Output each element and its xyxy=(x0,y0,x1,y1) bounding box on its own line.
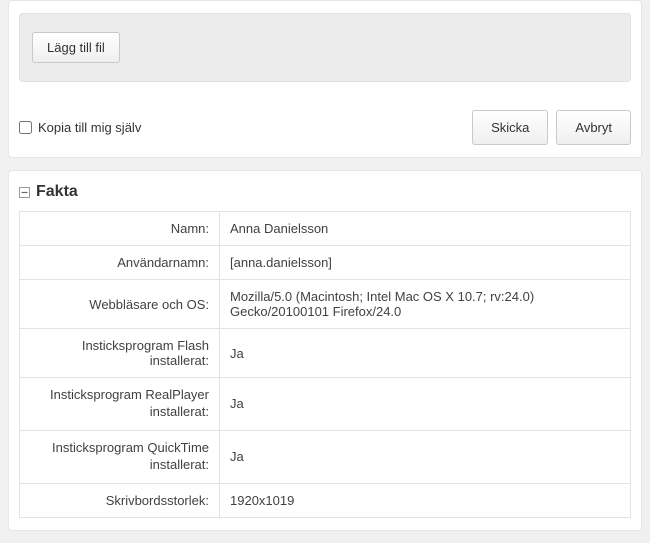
fact-value: Ja xyxy=(220,329,631,378)
copy-to-self-label: Kopia till mig själv xyxy=(38,120,141,135)
fact-value: Ja xyxy=(220,430,631,483)
send-button[interactable]: Skicka xyxy=(472,110,548,145)
fact-value: Anna Danielsson xyxy=(220,212,631,246)
fact-label: Insticksprogram Flash installerat: xyxy=(20,329,220,378)
fact-label: Insticksprogram RealPlayer installerat: xyxy=(20,378,220,431)
facts-header[interactable]: Fakta xyxy=(19,183,631,201)
table-row: Insticksprogram RealPlayer installerat: … xyxy=(20,378,631,431)
submit-buttons: Skicka Avbryt xyxy=(472,110,631,145)
fact-value: Mozilla/5.0 (Macintosh; Intel Mac OS X 1… xyxy=(220,280,631,329)
fact-label: Insticksprogram QuickTime installerat: xyxy=(20,430,220,483)
table-row: Användarnamn: [anna.danielsson] xyxy=(20,246,631,280)
copy-to-self-checkbox[interactable] xyxy=(19,121,32,134)
fact-label: Webbläsare och OS: xyxy=(20,280,220,329)
table-row: Webbläsare och OS: Mozilla/5.0 (Macintos… xyxy=(20,280,631,329)
table-row: Skrivbordsstorlek: 1920x1019 xyxy=(20,483,631,517)
actions-row: Kopia till mig själv Skicka Avbryt xyxy=(19,110,631,145)
collapse-icon xyxy=(19,187,30,198)
fact-value: [anna.danielsson] xyxy=(220,246,631,280)
copy-to-self-checkbox-wrap[interactable]: Kopia till mig själv xyxy=(19,120,141,135)
compose-panel: Lägg till fil Kopia till mig själv Skick… xyxy=(8,0,642,158)
table-row: Insticksprogram QuickTime installerat: J… xyxy=(20,430,631,483)
fact-value: Ja xyxy=(220,378,631,431)
table-row: Namn: Anna Danielsson xyxy=(20,212,631,246)
fact-label: Skrivbordsstorlek: xyxy=(20,483,220,517)
facts-tbody: Namn: Anna Danielsson Användarnamn: [ann… xyxy=(20,212,631,518)
facts-title: Fakta xyxy=(36,183,78,201)
fact-value: 1920x1019 xyxy=(220,483,631,517)
table-row: Insticksprogram Flash installerat: Ja xyxy=(20,329,631,378)
facts-table: Namn: Anna Danielsson Användarnamn: [ann… xyxy=(19,211,631,518)
file-upload-area: Lägg till fil xyxy=(19,13,631,82)
fact-label: Namn: xyxy=(20,212,220,246)
fact-label: Användarnamn: xyxy=(20,246,220,280)
facts-panel: Fakta Namn: Anna Danielsson Användarnamn… xyxy=(8,170,642,531)
cancel-button[interactable]: Avbryt xyxy=(556,110,631,145)
add-file-button[interactable]: Lägg till fil xyxy=(32,32,120,63)
